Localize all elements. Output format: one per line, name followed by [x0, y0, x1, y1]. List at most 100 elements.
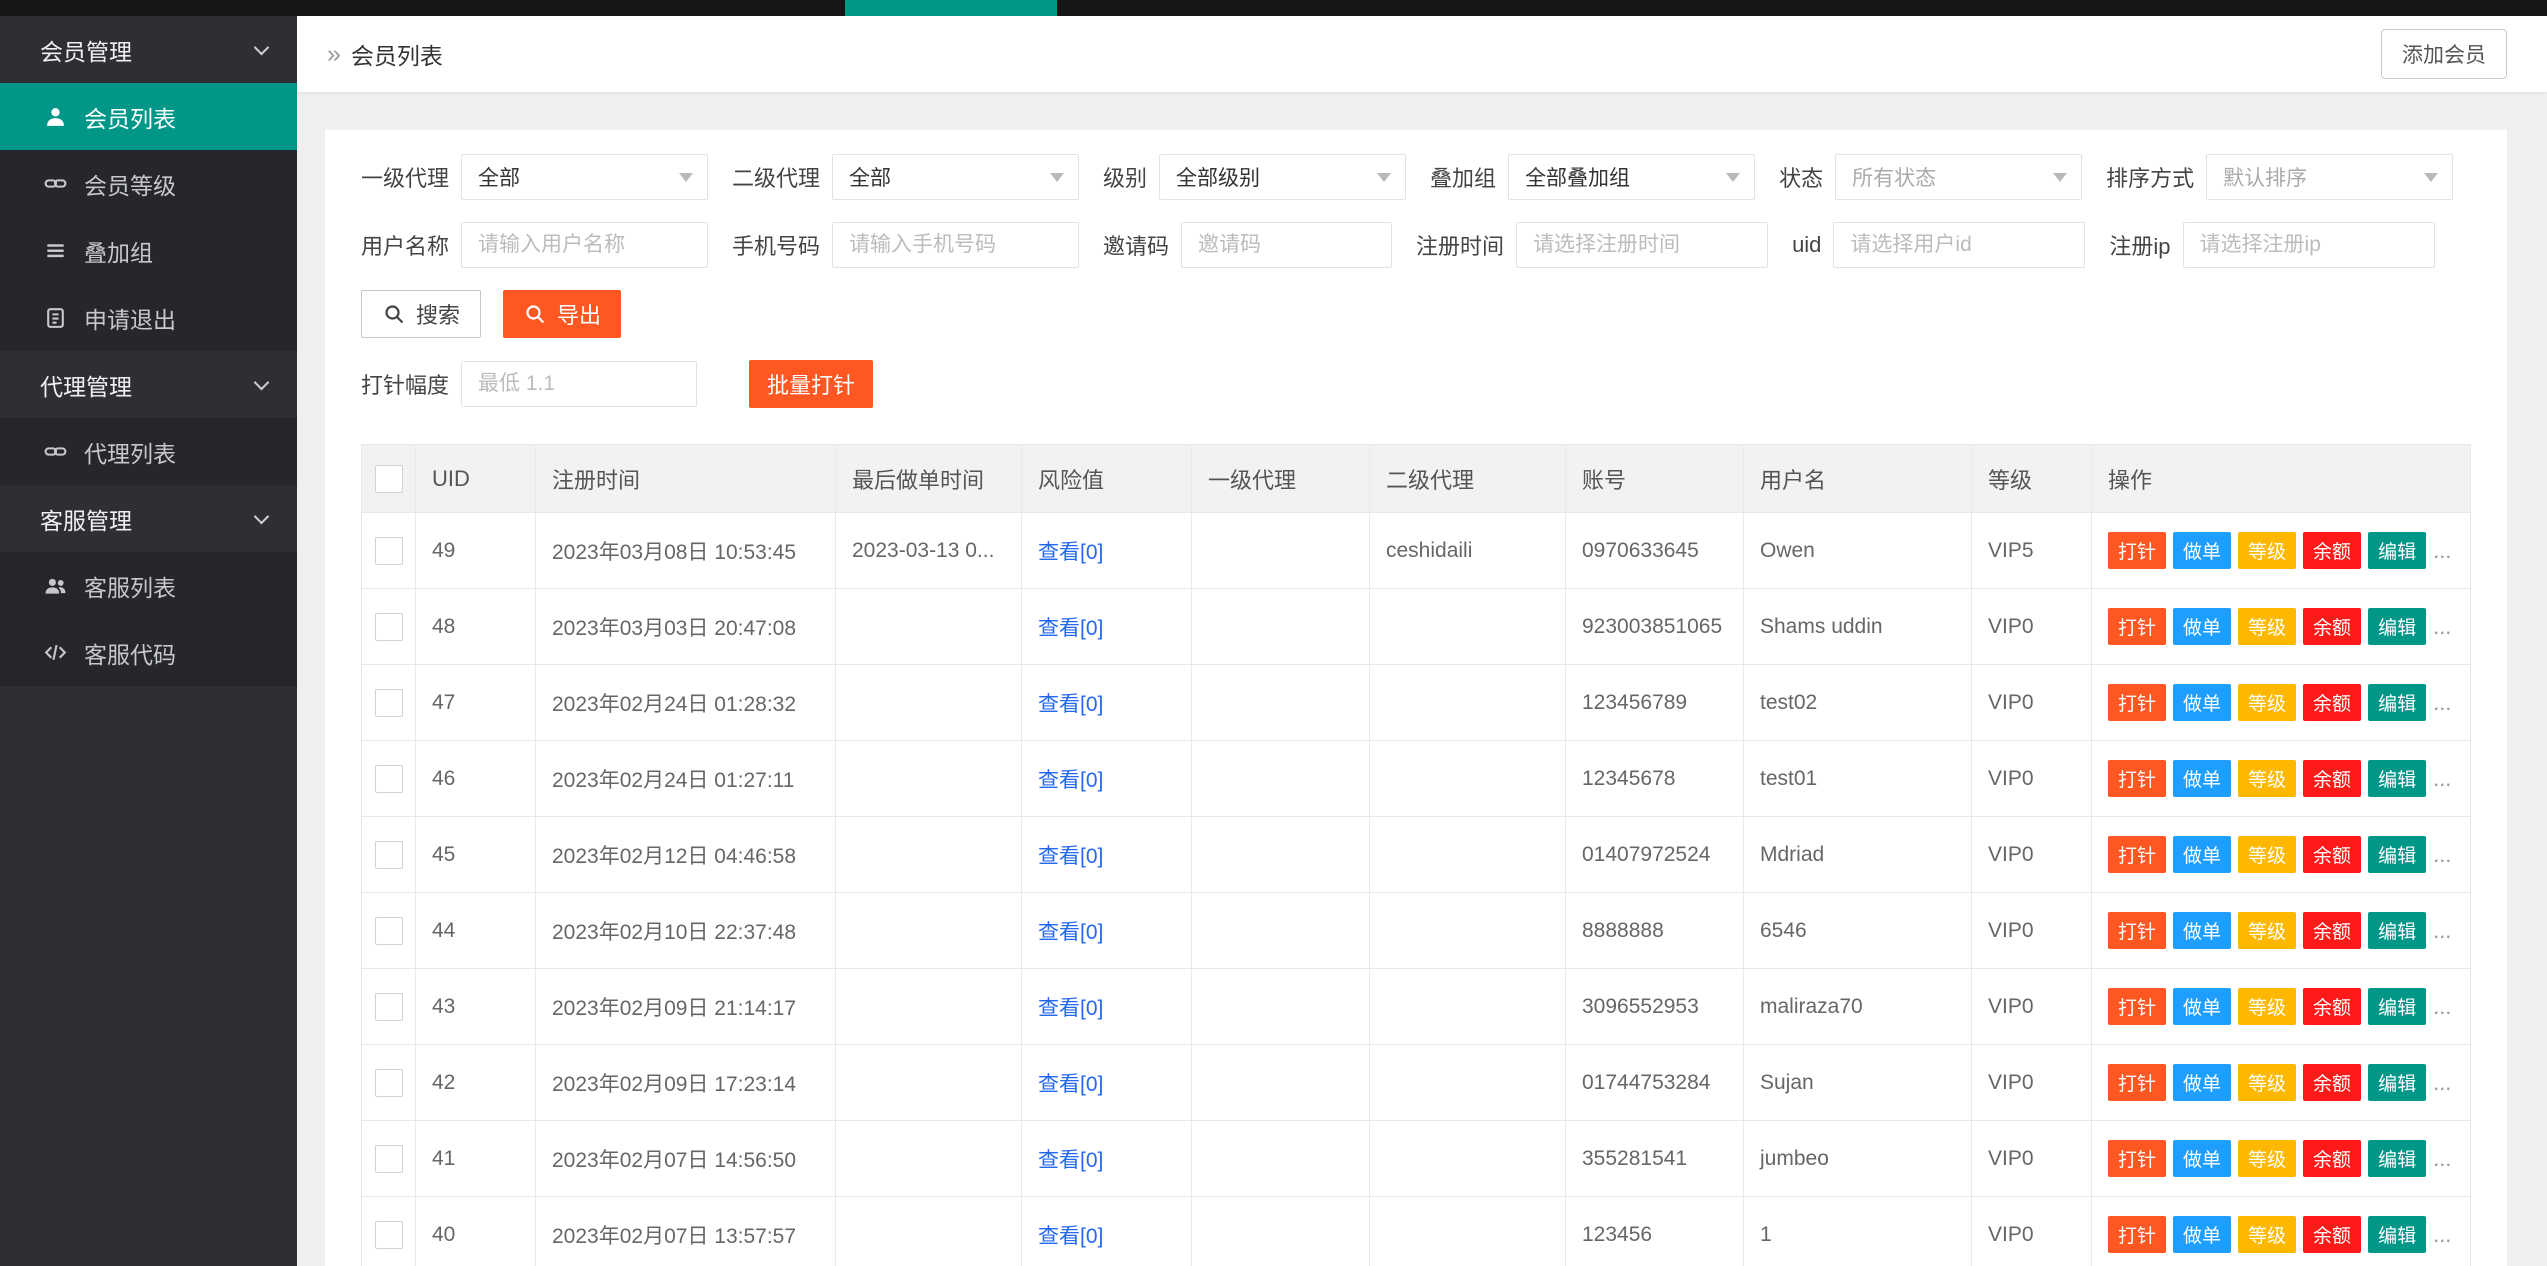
order-button[interactable]: 做单	[2173, 684, 2231, 721]
search-button[interactable]: 搜索	[361, 290, 481, 338]
sidebar-item-member-management[interactable]: 会员管理	[0, 16, 297, 83]
balance-button[interactable]: 余额	[2303, 1216, 2361, 1253]
sidebar-item-member-list[interactable]: 会员列表	[0, 83, 297, 150]
inject-button[interactable]: 打针	[2108, 1064, 2166, 1101]
select-all-checkbox[interactable]	[375, 465, 403, 493]
edit-button[interactable]: 编辑	[2368, 988, 2426, 1025]
inject-button[interactable]: 打针	[2108, 684, 2166, 721]
filter-select-stack-group[interactable]: 全部叠加组	[1508, 154, 1755, 200]
risk-view-link[interactable]: 查看[0]	[1038, 997, 1103, 1020]
level-button[interactable]: 等级	[2238, 532, 2296, 569]
order-button[interactable]: 做单	[2173, 1064, 2231, 1101]
order-button[interactable]: 做单	[2173, 988, 2231, 1025]
sidebar-item-service-management[interactable]: 客服管理	[0, 485, 297, 552]
edit-button[interactable]: 编辑	[2368, 1064, 2426, 1101]
level-button[interactable]: 等级	[2238, 608, 2296, 645]
order-button[interactable]: 做单	[2173, 1216, 2231, 1253]
sidebar-item-service-code[interactable]: 客服代码	[0, 619, 297, 686]
balance-button[interactable]: 余额	[2303, 988, 2361, 1025]
filter-select-agent1[interactable]: 全部	[461, 154, 708, 200]
risk-view-link[interactable]: 查看[0]	[1038, 769, 1103, 792]
sidebar-item-stack-group[interactable]: 叠加组	[0, 217, 297, 284]
row-checkbox[interactable]	[375, 993, 403, 1021]
filter-input-uid[interactable]	[1833, 222, 2085, 268]
edit-button[interactable]: 编辑	[2368, 684, 2426, 721]
sidebar-item-apply-exit[interactable]: 申请退出	[0, 284, 297, 351]
row-checkbox[interactable]	[375, 1221, 403, 1249]
sidebar-item-agent-management[interactable]: 代理管理	[0, 351, 297, 418]
level-button[interactable]: 等级	[2238, 836, 2296, 873]
inject-button[interactable]: 打针	[2108, 836, 2166, 873]
row-checkbox[interactable]	[375, 689, 403, 717]
order-button[interactable]: 做单	[2173, 532, 2231, 569]
row-checkbox[interactable]	[375, 841, 403, 869]
level-button[interactable]: 等级	[2238, 1064, 2296, 1101]
filter-select-sort[interactable]: 默认排序	[2206, 154, 2453, 200]
export-button[interactable]: 导出	[503, 290, 621, 338]
order-button[interactable]: 做单	[2173, 1140, 2231, 1177]
balance-button[interactable]: 余额	[2303, 760, 2361, 797]
order-button[interactable]: 做单	[2173, 760, 2231, 797]
row-checkbox[interactable]	[375, 1069, 403, 1097]
edit-button[interactable]: 编辑	[2368, 532, 2426, 569]
level-button[interactable]: 等级	[2238, 1216, 2296, 1253]
row-checkbox[interactable]	[375, 613, 403, 641]
balance-button[interactable]: 余额	[2303, 1064, 2361, 1101]
filter-select-agent2[interactable]: 全部	[832, 154, 1079, 200]
inject-button[interactable]: 打针	[2108, 1140, 2166, 1177]
edit-button[interactable]: 编辑	[2368, 1140, 2426, 1177]
add-member-button[interactable]: 添加会员	[2381, 29, 2507, 79]
balance-button[interactable]: 余额	[2303, 1140, 2361, 1177]
risk-view-link[interactable]: 查看[0]	[1038, 541, 1103, 564]
row-checkbox[interactable]	[375, 1145, 403, 1173]
filter-input-invite-code[interactable]	[1181, 222, 1392, 268]
level-button[interactable]: 等级	[2238, 988, 2296, 1025]
inject-button[interactable]: 打针	[2108, 608, 2166, 645]
filter-input-phone[interactable]	[832, 222, 1079, 268]
balance-button[interactable]: 余额	[2303, 836, 2361, 873]
level-button[interactable]: 等级	[2238, 684, 2296, 721]
risk-view-link[interactable]: 查看[0]	[1038, 693, 1103, 716]
row-checkbox[interactable]	[375, 917, 403, 945]
edit-button[interactable]: 编辑	[2368, 1216, 2426, 1253]
order-button[interactable]: 做单	[2173, 912, 2231, 949]
filter-select-status[interactable]: 所有状态	[1835, 154, 2082, 200]
level-button[interactable]: 等级	[2238, 912, 2296, 949]
balance-button[interactable]: 余额	[2303, 532, 2361, 569]
filter-select-level[interactable]: 全部级别	[1159, 154, 1406, 200]
risk-view-link[interactable]: 查看[0]	[1038, 1225, 1103, 1248]
order-button[interactable]: 做单	[2173, 836, 2231, 873]
inject-button[interactable]: 打针	[2108, 532, 2166, 569]
inject-button[interactable]: 打针	[2108, 1216, 2166, 1253]
sidebar-item-member-level[interactable]: 会员等级	[0, 150, 297, 217]
inject-button[interactable]: 打针	[2108, 988, 2166, 1025]
inject-button[interactable]: 打针	[2108, 760, 2166, 797]
row-checkbox[interactable]	[375, 537, 403, 565]
filter-input-reg-time[interactable]	[1516, 222, 1768, 268]
level-button[interactable]: 等级	[2238, 760, 2296, 797]
risk-view-link[interactable]: 查看[0]	[1038, 617, 1103, 640]
edit-button[interactable]: 编辑	[2368, 836, 2426, 873]
balance-button[interactable]: 余额	[2303, 912, 2361, 949]
risk-view-link[interactable]: 查看[0]	[1038, 1073, 1103, 1096]
risk-view-link[interactable]: 查看[0]	[1038, 1149, 1103, 1172]
active-tab-indicator[interactable]	[845, 0, 1057, 16]
edit-button[interactable]: 编辑	[2368, 760, 2426, 797]
sidebar-item-agent-list[interactable]: 代理列表	[0, 418, 297, 485]
batch-inject-button[interactable]: 批量打针	[749, 360, 873, 408]
filter-input-username[interactable]	[461, 222, 708, 268]
cell-reg-time: 2023年02月10日 22:37:48	[536, 893, 836, 969]
inject-range-input[interactable]	[461, 361, 697, 407]
row-checkbox[interactable]	[375, 765, 403, 793]
balance-button[interactable]: 余额	[2303, 608, 2361, 645]
edit-button[interactable]: 编辑	[2368, 912, 2426, 949]
risk-view-link[interactable]: 查看[0]	[1038, 921, 1103, 944]
inject-button[interactable]: 打针	[2108, 912, 2166, 949]
order-button[interactable]: 做单	[2173, 608, 2231, 645]
edit-button[interactable]: 编辑	[2368, 608, 2426, 645]
balance-button[interactable]: 余额	[2303, 684, 2361, 721]
risk-view-link[interactable]: 查看[0]	[1038, 845, 1103, 868]
filter-input-reg-ip[interactable]	[2183, 222, 2435, 268]
level-button[interactable]: 等级	[2238, 1140, 2296, 1177]
sidebar-item-service-list[interactable]: 客服列表	[0, 552, 297, 619]
